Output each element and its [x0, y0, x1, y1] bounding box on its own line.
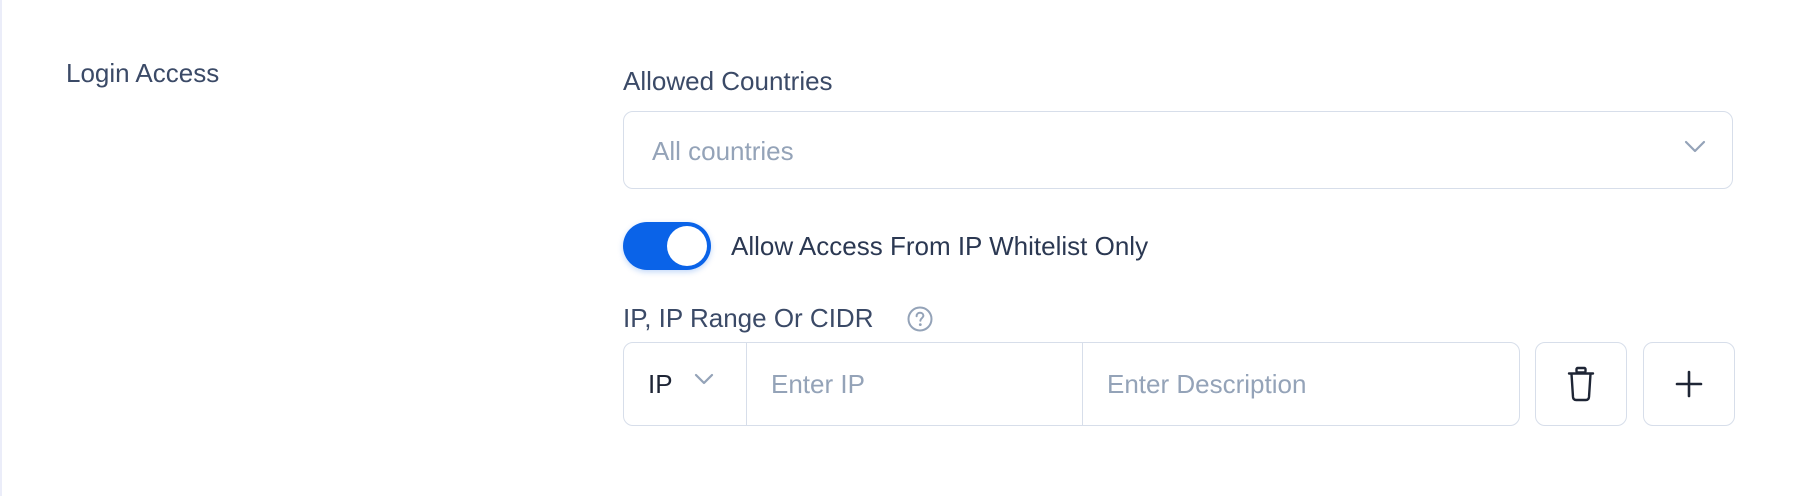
- delete-ip-button[interactable]: [1535, 342, 1627, 426]
- ip-entry-row: IP: [623, 342, 1520, 426]
- chevron-down-icon: [1684, 140, 1706, 159]
- ip-type-select[interactable]: IP: [624, 343, 747, 425]
- ip-input[interactable]: [747, 343, 1083, 425]
- section-title: Login Access: [66, 58, 220, 88]
- left-border: [0, 0, 2, 496]
- ip-whitelist-toggle[interactable]: [623, 222, 711, 270]
- ip-whitelist-toggle-label: Allow Access From IP Whitelist Only: [731, 231, 1149, 261]
- trash-icon: [1567, 366, 1595, 402]
- allowed-countries-select[interactable]: All countries: [623, 111, 1733, 189]
- ip-range-label: IP, IP Range Or CIDR: [623, 303, 874, 333]
- allowed-countries-placeholder: All countries: [652, 136, 794, 166]
- toggle-knob: [667, 226, 707, 266]
- add-ip-button[interactable]: [1643, 342, 1735, 426]
- allowed-countries-label: Allowed Countries: [623, 66, 833, 96]
- ip-type-value: IP: [648, 369, 673, 399]
- plus-icon: [1675, 370, 1703, 398]
- description-input[interactable]: [1083, 343, 1518, 425]
- chevron-down-icon: [694, 373, 714, 391]
- help-icon[interactable]: [906, 305, 934, 333]
